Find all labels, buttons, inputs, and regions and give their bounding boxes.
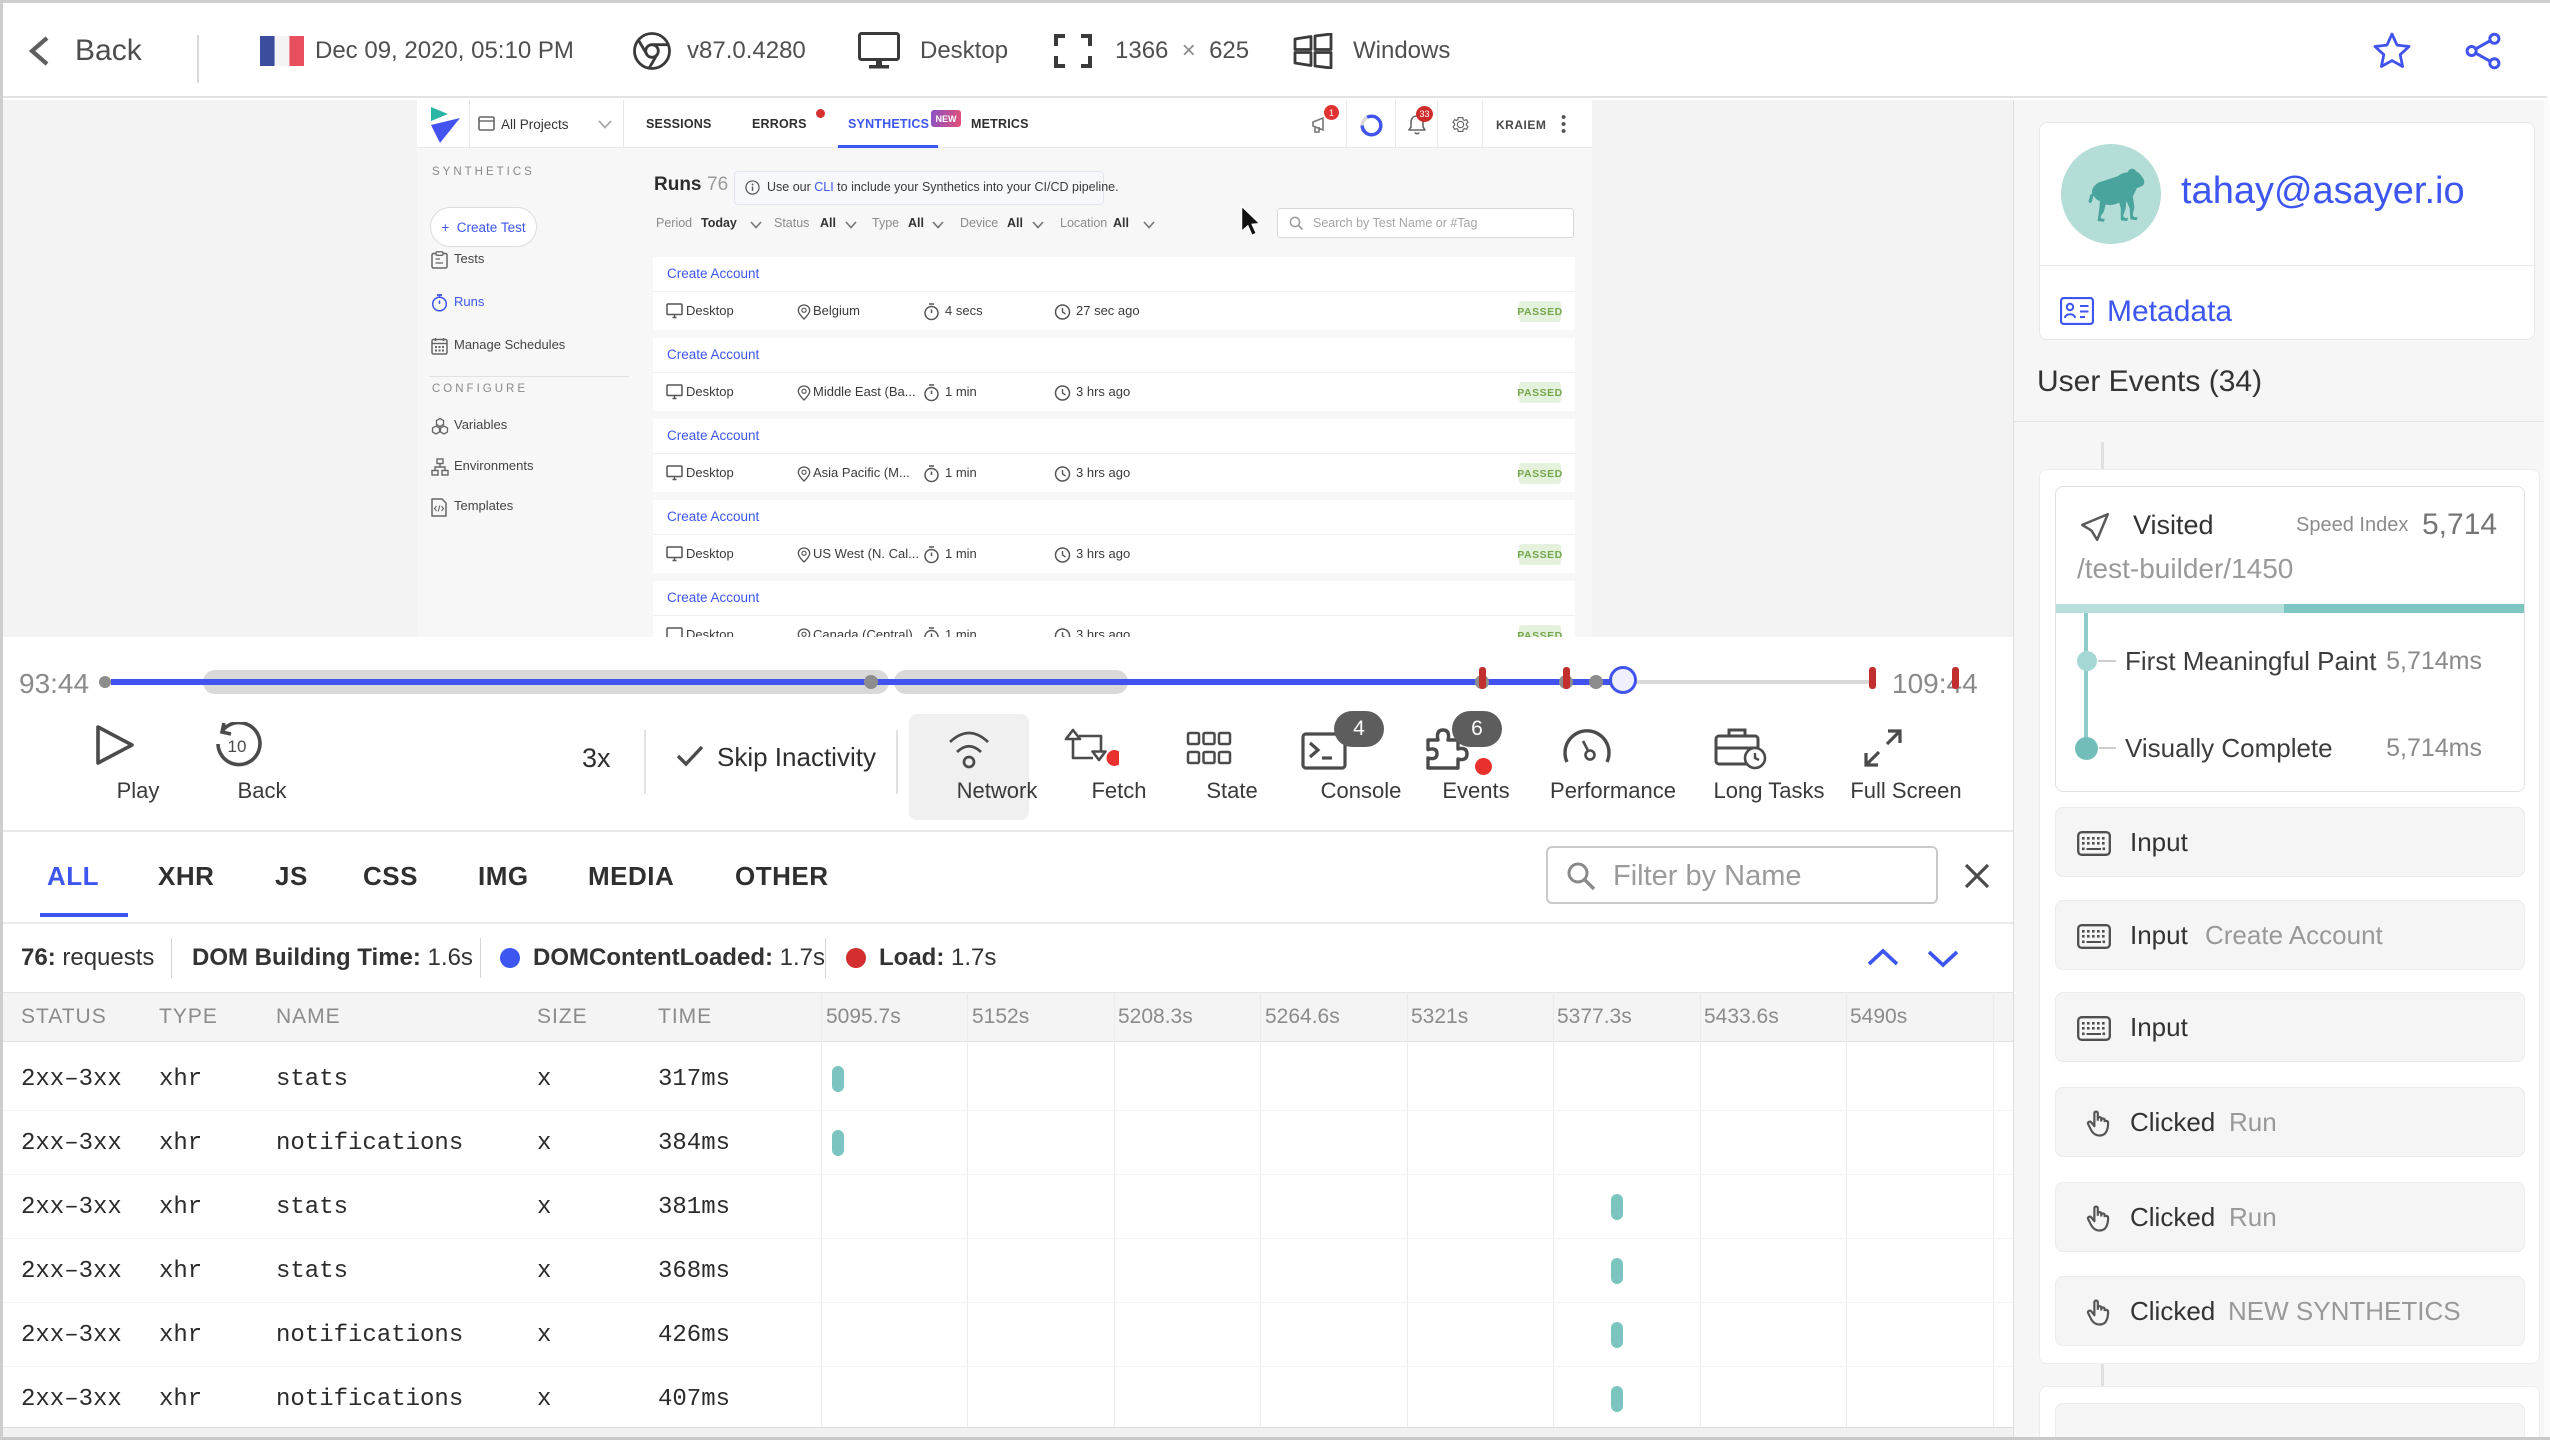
svg-text:10: 10 (228, 737, 247, 756)
